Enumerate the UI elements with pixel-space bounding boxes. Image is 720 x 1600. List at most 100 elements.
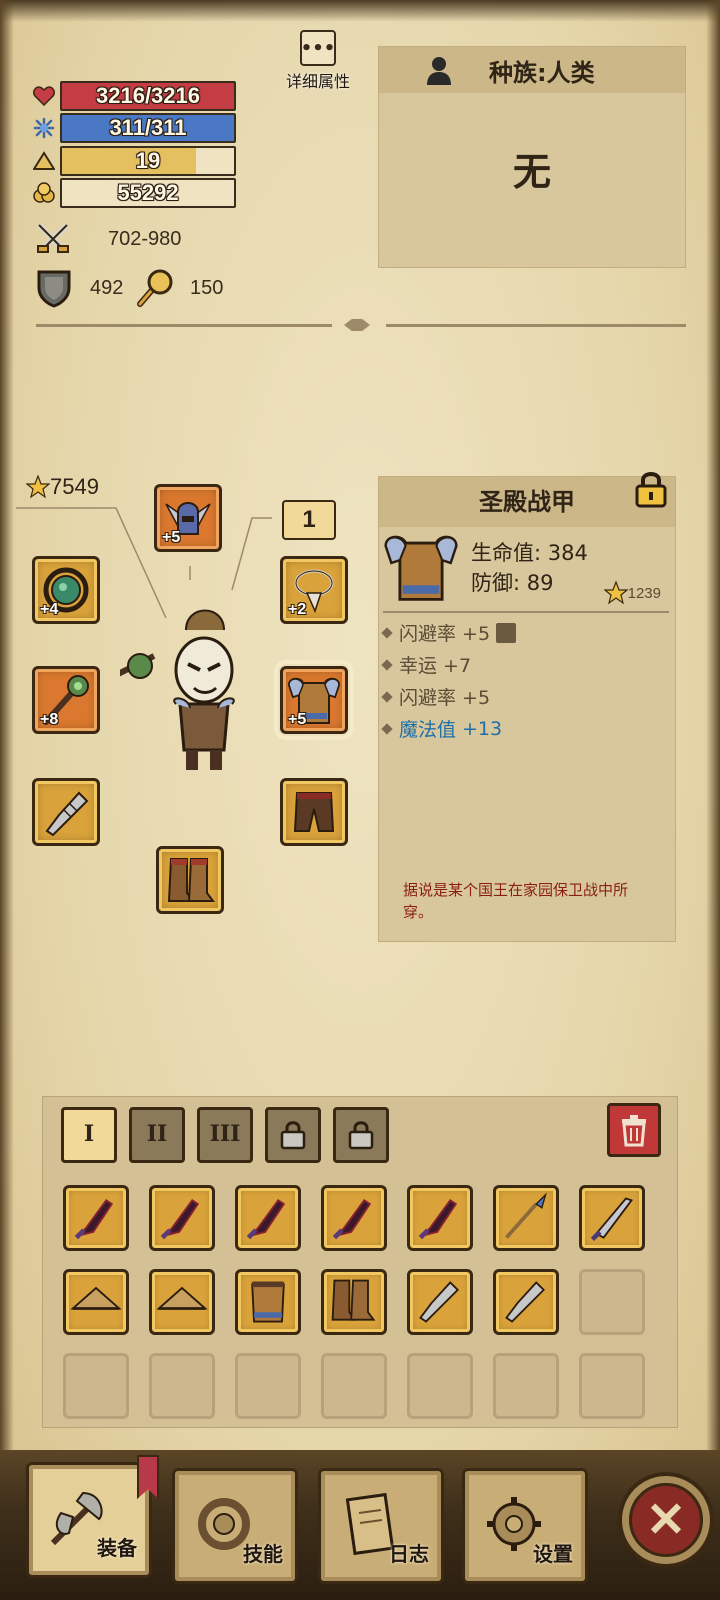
- nav-settings[interactable]: 设置: [462, 1468, 588, 1584]
- inventory-slot[interactable]: [579, 1185, 645, 1251]
- nav-equipment-label: 装备: [97, 1536, 137, 1560]
- inventory-tab-1[interactable]: I: [61, 1107, 117, 1163]
- inventory-tab-3[interactable]: III: [197, 1107, 253, 1163]
- inventory-slot[interactable]: [493, 1269, 559, 1335]
- dark-blade-icon: [246, 1199, 286, 1240]
- detail-attributes-button[interactable]: ••• 详细属性: [282, 30, 354, 96]
- inventory-tab-2[interactable]: II: [129, 1107, 185, 1163]
- equip-slot-amulet[interactable]: +4: [32, 556, 100, 624]
- lock-icon: [280, 1121, 306, 1150]
- inventory-slot[interactable]: [63, 1185, 129, 1251]
- item-title-bar: 圣殿战甲: [379, 472, 675, 527]
- lock-icon: [348, 1121, 374, 1150]
- inventory-slot-empty[interactable]: [63, 1353, 129, 1419]
- inventory-panel: I II III: [42, 1096, 678, 1428]
- level-text: 19: [135, 148, 161, 173]
- inventory-slot[interactable]: [407, 1185, 473, 1251]
- trash-button[interactable]: [607, 1103, 661, 1157]
- right-edge: [706, 0, 720, 1600]
- gold-bar: 55292: [60, 178, 236, 208]
- luck-clover-icon: [134, 268, 174, 308]
- star-icon: [603, 581, 628, 605]
- attack-stat: 702-980: [34, 220, 181, 258]
- affix-label: 魔法值: [399, 719, 457, 741]
- race-panel: 种族:人类 无: [378, 46, 686, 268]
- blue-spear-icon: [505, 1192, 547, 1239]
- shield-icon: [36, 268, 72, 308]
- affix-text: 闪避率 +5: [399, 687, 491, 709]
- gauntlet-icon: [419, 1281, 460, 1323]
- inventory-slot-empty[interactable]: [493, 1353, 559, 1419]
- equip-slot-gloves[interactable]: [32, 778, 100, 846]
- affix-bullet: [381, 722, 393, 735]
- inventory-slot[interactable]: [493, 1185, 559, 1251]
- inventory-slot[interactable]: [63, 1269, 129, 1335]
- race-label: 种族:人类: [489, 58, 595, 87]
- defense-value: 492: [90, 276, 124, 299]
- level-bar: 19: [60, 146, 236, 176]
- inventory-slot-empty[interactable]: [579, 1269, 645, 1335]
- leather-pants-icon: [293, 792, 335, 832]
- equip-slot-boots[interactable]: [156, 846, 224, 914]
- dark-blade-icon: [332, 1199, 372, 1240]
- item-def-line: 防御: 89: [471, 571, 554, 595]
- inventory-slot[interactable]: [235, 1185, 301, 1251]
- mp-row: 311/311: [32, 113, 236, 143]
- hero-character: [120, 609, 235, 770]
- lock-icon[interactable]: [633, 469, 669, 509]
- fur-vest-icon: [251, 1281, 285, 1323]
- person-icon: [427, 57, 451, 85]
- item-score-value: 1239: [627, 584, 661, 602]
- dark-blade-icon: [160, 1199, 200, 1240]
- item-separator: [383, 611, 669, 613]
- inventory-slot[interactable]: [149, 1185, 215, 1251]
- nav-equipment[interactable]: 装备: [26, 1455, 159, 1578]
- affix-item: 闪避率 +5: [381, 619, 517, 646]
- affix-value: +13: [462, 717, 503, 740]
- inventory-slot[interactable]: [321, 1185, 387, 1251]
- affix-item: 幸运 +7: [381, 651, 471, 678]
- race-header: 种族:人类: [379, 47, 685, 93]
- bottom-nav: 装备 技能 日志 设置 ✕: [0, 1450, 720, 1600]
- nav-skills[interactable]: 技能: [172, 1468, 298, 1584]
- inventory-slot[interactable]: [149, 1269, 215, 1335]
- mana-icon: [32, 116, 56, 140]
- hp-row: 3216/3216: [32, 81, 236, 111]
- inventory-tab-locked[interactable]: [265, 1107, 321, 1163]
- gold-text: 55292: [117, 180, 179, 205]
- equip-slot-armor[interactable]: +5: [274, 660, 354, 740]
- hp-bar: 3216/3216: [60, 81, 236, 111]
- steel-dagger-icon: [590, 1197, 634, 1242]
- equip-slot-weapon[interactable]: +8: [32, 666, 100, 734]
- inventory-slot-empty[interactable]: [235, 1353, 301, 1419]
- item-hp-line: 生命值: 384: [471, 541, 588, 565]
- inventory-slot[interactable]: [321, 1269, 387, 1335]
- close-button[interactable]: ✕: [618, 1472, 714, 1568]
- item-score: 1239: [603, 581, 661, 605]
- sanctuary-armor-icon: [384, 535, 458, 601]
- affix-item: 闪避率 +5: [381, 683, 491, 710]
- helmet-plus: +5: [162, 529, 181, 546]
- dark-blade-icon: [418, 1199, 458, 1240]
- gauntlet-icon: [45, 791, 89, 837]
- divider-right: [386, 324, 686, 327]
- inventory-tab-locked[interactable]: [333, 1107, 389, 1163]
- equip-slot-helmet[interactable]: +5: [154, 484, 222, 552]
- nav-log[interactable]: 日志: [318, 1468, 444, 1584]
- equip-slot-pants[interactable]: [280, 778, 348, 846]
- inventory-slot-empty[interactable]: [149, 1353, 215, 1419]
- mp-text: 311/311: [109, 115, 187, 140]
- gold-coins-icon: [32, 181, 56, 205]
- inventory-slot-empty[interactable]: [579, 1353, 645, 1419]
- inventory-slot[interactable]: [235, 1269, 301, 1335]
- equipment-set-button[interactable]: 1: [282, 500, 336, 540]
- inventory-slot-empty[interactable]: [407, 1353, 473, 1419]
- inventory-slot[interactable]: [407, 1269, 473, 1335]
- hp-text: 3216/3216: [96, 83, 200, 108]
- gauntlet-icon: [505, 1281, 546, 1323]
- link-arrow-icon[interactable]: [496, 622, 517, 643]
- inventory-slot-empty[interactable]: [321, 1353, 387, 1419]
- nav-skills-label: 技能: [243, 1542, 283, 1566]
- equip-slot-necklace[interactable]: +2: [280, 556, 348, 624]
- left-edge: [0, 0, 14, 1600]
